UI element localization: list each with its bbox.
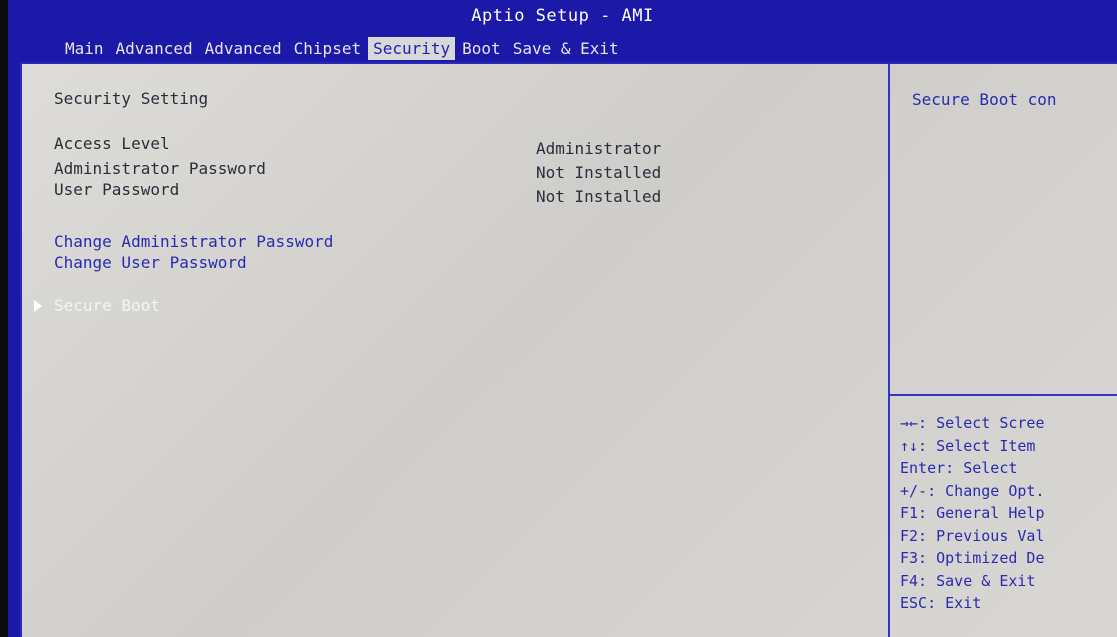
tab-advanced-1[interactable]: Advanced: [111, 37, 198, 60]
admin-password-label: Administrator Password: [54, 159, 266, 178]
user-password-value: Not Installed: [536, 187, 662, 206]
key-general-help: F1: General Help: [900, 504, 1045, 522]
bios-screen: Aptio Setup - AMI Main Advanced Advanced…: [8, 0, 1117, 637]
change-admin-password-item[interactable]: Change Administrator Password: [54, 232, 333, 251]
access-level-label: Access Level: [54, 134, 170, 153]
key-optimized-defaults: F3: Optimized De: [900, 549, 1045, 567]
help-description: Secure Boot con: [912, 90, 1057, 109]
key-select-item: ↑↓: Select Item: [900, 436, 1036, 455]
tab-advanced-2[interactable]: Advanced: [200, 37, 287, 60]
bios-title: Aptio Setup - AMI: [471, 6, 654, 26]
key-change-option: +/-: Change Opt.: [900, 481, 1045, 500]
tab-security[interactable]: Security: [368, 36, 456, 60]
key-legend: →←: Select Scree ↑↓: Select Item Enter: …: [900, 412, 1045, 615]
user-password-label: User Password: [54, 180, 180, 199]
admin-password-value: Not Installed: [536, 163, 662, 182]
tab-chipset[interactable]: Chipset: [289, 37, 366, 60]
content-panel: Security Setting Access Level Administra…: [20, 62, 1117, 637]
secure-boot-submenu[interactable]: Secure Boot: [54, 296, 160, 315]
change-user-password-item[interactable]: Change User Password: [54, 253, 247, 272]
key-esc-exit: ESC: Exit: [900, 594, 982, 612]
key-enter-select: Enter: Select: [900, 459, 1018, 477]
panel-divider-vertical: [888, 64, 890, 637]
access-level-value: Administrator: [536, 139, 662, 158]
submenu-arrow-icon: [34, 300, 42, 312]
panel-divider-horizontal: [890, 394, 1117, 396]
key-previous-values: F2: Previous Val: [900, 526, 1045, 545]
tab-save-exit[interactable]: Save & Exit: [508, 37, 624, 60]
menu-tabs: Main Advanced Advanced Chipset Security …: [60, 36, 626, 60]
key-select-screen: →←: Select Scree: [900, 414, 1045, 432]
tab-main[interactable]: Main: [60, 37, 109, 60]
tab-boot[interactable]: Boot: [457, 37, 506, 60]
section-title: Security Setting: [54, 89, 209, 108]
key-save-exit: F4: Save & Exit: [900, 571, 1036, 590]
